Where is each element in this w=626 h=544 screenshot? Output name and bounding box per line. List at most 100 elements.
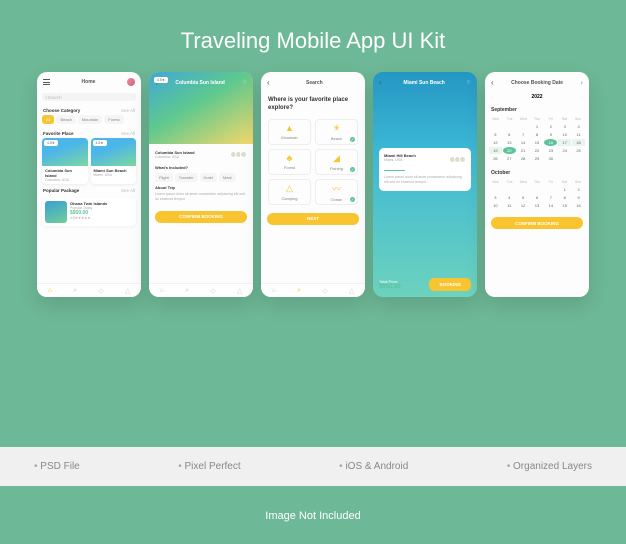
calendar-day[interactable]: 11 — [572, 131, 585, 138]
calendar-day[interactable]: 26 — [489, 155, 502, 162]
calendar-day[interactable]: 6 — [503, 131, 516, 138]
calendar-day[interactable]: 12 — [489, 139, 502, 146]
calendar-day[interactable]: 24 — [558, 147, 571, 154]
calendar-day[interactable]: 11 — [503, 202, 516, 209]
nav-profile-icon[interactable]: △ — [237, 287, 242, 295]
search-input[interactable]: ⌕ Search — [42, 93, 136, 101]
next-button[interactable]: NEXT — [267, 213, 359, 225]
calendar-day[interactable]: 12 — [517, 202, 530, 209]
see-all-link[interactable]: See All — [121, 108, 135, 113]
see-all-link[interactable]: See All — [121, 188, 135, 193]
favorite-label: Favorite Place — [43, 131, 74, 136]
calendar-day[interactable]: 30 — [544, 155, 557, 162]
calendar-day[interactable]: 2 — [572, 186, 585, 193]
place-card[interactable]: 4.5★ Miami Sun BeachMiami, USA — [91, 138, 137, 184]
calendar-day[interactable]: 21 — [517, 147, 530, 154]
calendar-day[interactable]: 5 — [489, 131, 502, 138]
menu-icon[interactable] — [43, 79, 50, 85]
calendar-day[interactable]: 23 — [544, 147, 557, 154]
calendar-day[interactable]: 10 — [558, 131, 571, 138]
nav-search-icon[interactable]: ⌕ — [297, 287, 301, 295]
chip-mountain[interactable]: Mountain — [78, 115, 102, 124]
bottom-nav: ⌂ ⌕ ◇ △ — [261, 283, 365, 297]
calendar-day[interactable]: 6 — [531, 194, 544, 201]
calendar-day[interactable]: 13 — [531, 202, 544, 209]
calendar-day[interactable]: 27 — [503, 155, 516, 162]
bell-icon[interactable]: ♪ — [581, 80, 584, 86]
calendar-day[interactable]: 3 — [558, 123, 571, 130]
nav-home-icon[interactable]: ⌂ — [160, 287, 164, 294]
nav-bookmark-icon[interactable]: ◇ — [322, 287, 327, 295]
calendar-day[interactable]: 9 — [544, 131, 557, 138]
calendar-day[interactable]: 13 — [503, 139, 516, 146]
calendar-day[interactable]: 1 — [558, 186, 571, 193]
bookmark-icon[interactable]: ♡ — [243, 80, 247, 86]
nav-bookmark-icon[interactable]: ◇ — [98, 287, 103, 295]
calendar-day[interactable]: 8 — [531, 131, 544, 138]
back-icon[interactable]: ‹ — [379, 78, 382, 87]
rating-badge: 4.5★ — [154, 77, 168, 83]
category-tile-beach[interactable]: ☀Beach✓ — [315, 119, 358, 145]
category-tile-camping[interactable]: △Camping — [268, 179, 311, 205]
nav-profile-icon[interactable]: △ — [349, 287, 354, 295]
year-prev-icon[interactable]: ‹ — [491, 95, 493, 100]
nav-search-icon[interactable]: ⌕ — [185, 287, 189, 295]
calendar-day[interactable]: 25 — [572, 147, 585, 154]
nav-profile-icon[interactable]: △ — [125, 287, 130, 295]
calendar-day[interactable]: 3 — [489, 194, 502, 201]
calendar-day[interactable]: 1 — [531, 123, 544, 130]
back-icon[interactable]: ‹ — [267, 78, 270, 87]
calendar-day[interactable]: 15 — [531, 139, 544, 146]
calendar-day[interactable]: 22 — [531, 147, 544, 154]
category-tile-mountain[interactable]: ▲Mountain — [268, 119, 311, 145]
year-next-icon[interactable]: › — [582, 95, 584, 100]
price-value: $950.00 — [379, 284, 401, 290]
confirm-booking-button[interactable]: CONFIRM BOOKING — [155, 211, 247, 223]
calendar-day[interactable]: 16 — [544, 139, 557, 146]
calendar-day[interactable]: 29 — [531, 155, 544, 162]
chip-all[interactable]: All — [42, 115, 54, 124]
calendar-day[interactable]: 8 — [558, 194, 571, 201]
calendar-day[interactable]: 19 — [489, 147, 502, 154]
calendar-day[interactable]: 4 — [572, 123, 585, 130]
booking-button[interactable]: BOOKING — [429, 278, 471, 291]
confirm-booking-button[interactable]: CONFIRM BOOKING — [491, 217, 583, 229]
calendar-day[interactable]: 4 — [503, 194, 516, 201]
year-label: 2022 — [531, 94, 542, 100]
calendar-day[interactable]: 10 — [489, 202, 502, 209]
calendar-day[interactable]: 16 — [572, 202, 585, 209]
nav-home-icon[interactable]: ⌂ — [272, 287, 276, 294]
calendar-day[interactable]: 7 — [517, 131, 530, 138]
calendar-day[interactable]: 2 — [544, 123, 557, 130]
category-tile-forest[interactable]: ♣Forest — [268, 149, 311, 175]
calendar-day[interactable]: 7 — [544, 194, 557, 201]
calendar-day[interactable]: 28 — [517, 155, 530, 162]
category-tile-ocean[interactable]: 〰Ocean✓ — [315, 179, 358, 205]
category-tile-fishing[interactable]: ◢Fishing✓ — [315, 149, 358, 175]
nav-home-icon[interactable]: ⌂ — [48, 287, 52, 294]
place-card[interactable]: 4.5★ Columbia Sun IslandColumbia, USA — [42, 138, 88, 184]
day-headers: MonTueWedThuFriSatSun — [485, 178, 589, 186]
chip-beach[interactable]: Beach — [56, 115, 75, 124]
bookmark-icon[interactable]: ♡ — [467, 80, 471, 86]
back-icon[interactable]: ‹ — [491, 78, 494, 87]
calendar-day[interactable]: 15 — [558, 202, 571, 209]
nav-bookmark-icon[interactable]: ◇ — [210, 287, 215, 295]
calendar-day[interactable]: 14 — [544, 202, 557, 209]
nav-search-icon[interactable]: ⌕ — [73, 287, 77, 295]
calendar-grid-oct[interactable]: 12345678910111213141516 — [485, 186, 589, 213]
bottom-nav: ⌂ ⌕ ◇ △ — [37, 283, 141, 297]
calendar-day[interactable]: 5 — [517, 194, 530, 201]
calendar-day[interactable]: 17 — [558, 139, 571, 146]
calendar-day[interactable]: 18 — [572, 139, 585, 146]
card-sub: Miami, USA — [94, 173, 134, 177]
calendar-day[interactable]: 9 — [572, 194, 585, 201]
see-all-link[interactable]: See All — [121, 131, 135, 136]
calendar-grid-sept[interactable]: 1234567891011121314151617181920212223242… — [485, 123, 589, 166]
calendar-day[interactable]: 20 — [503, 147, 516, 154]
avatar[interactable] — [127, 78, 135, 86]
included-chip: Hotel — [200, 173, 217, 182]
calendar-day[interactable]: 14 — [517, 139, 530, 146]
package-card[interactable]: Ghana Twin Islands Popular Today $950.00… — [42, 198, 136, 226]
chip-forest[interactable]: Forest — [104, 115, 123, 124]
